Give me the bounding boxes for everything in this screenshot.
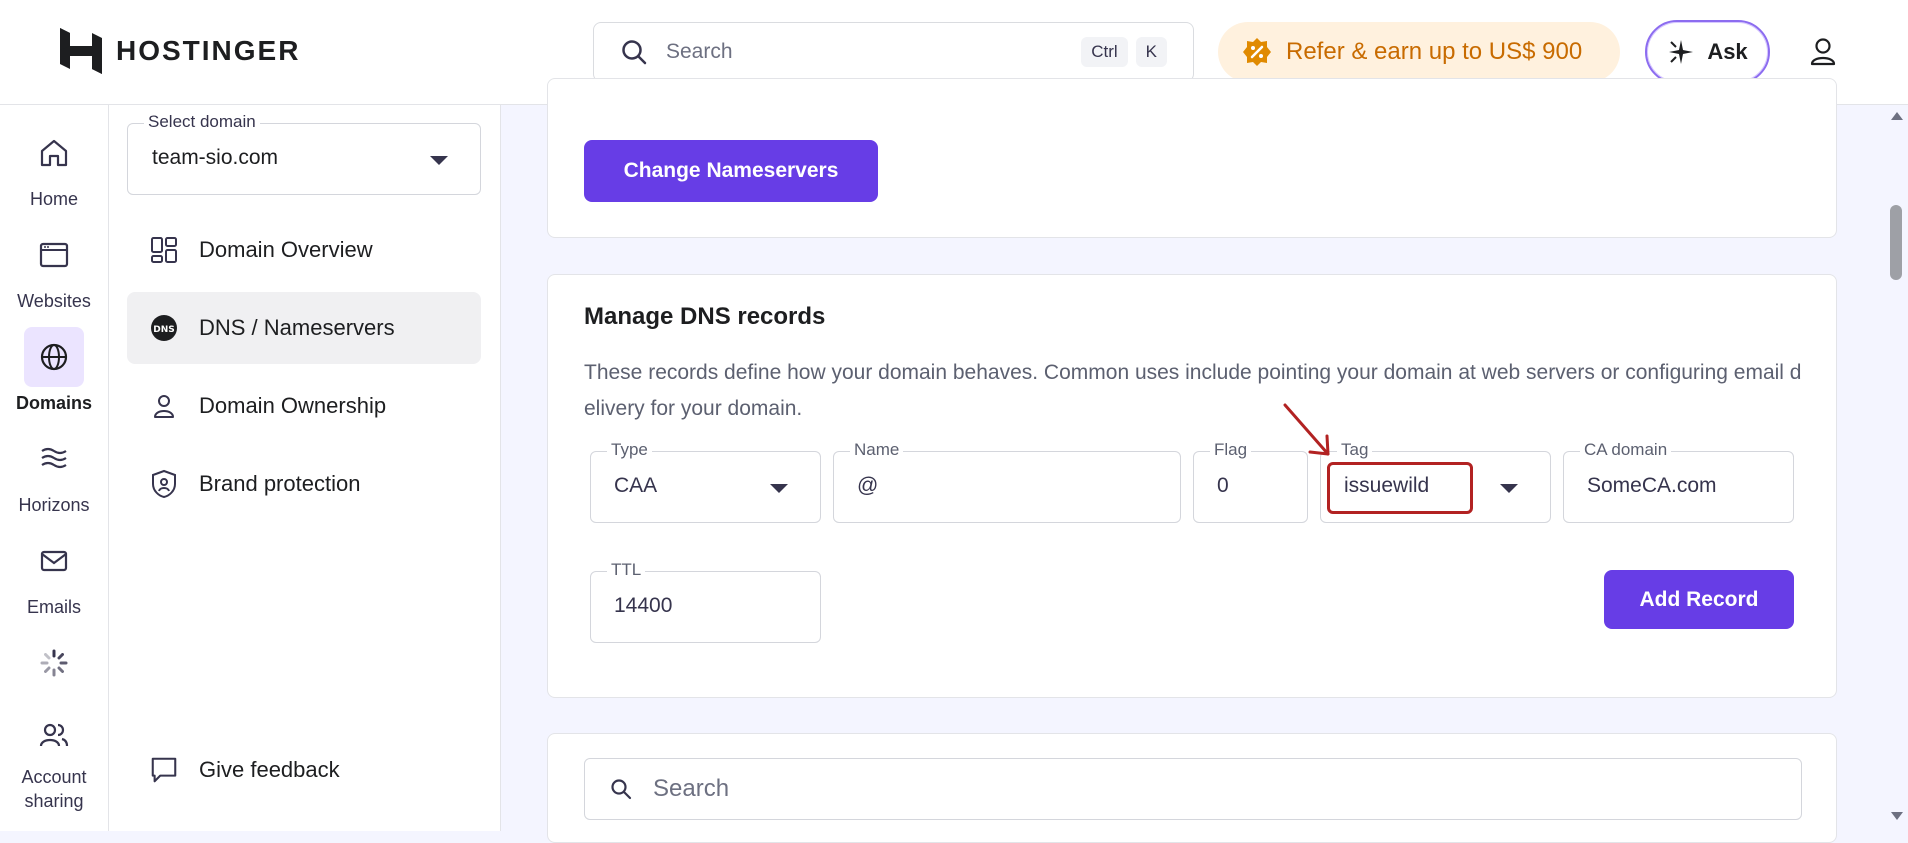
globe-icon bbox=[40, 343, 68, 371]
refer-text: Refer & earn up to US$ 900 bbox=[1286, 38, 1583, 65]
domain-select-label: Select domain bbox=[144, 112, 260, 132]
name-label: Name bbox=[850, 440, 904, 460]
ttl-label: TTL bbox=[607, 560, 646, 580]
ttl-value: 14400 bbox=[614, 594, 673, 617]
chat-bubble-icon bbox=[151, 757, 177, 783]
scrollbar-thumb[interactable] bbox=[1890, 205, 1902, 280]
type-select[interactable]: Type CAA bbox=[590, 440, 821, 523]
ca-domain-input[interactable]: CA domain SomeCA.com bbox=[1563, 440, 1794, 523]
ca-domain-label: CA domain bbox=[1580, 440, 1672, 460]
give-feedback-button[interactable]: Give feedback bbox=[127, 734, 481, 806]
domain-sidebar: Select domain team-sio.com Domain Overvi… bbox=[109, 105, 501, 831]
users-icon bbox=[39, 723, 69, 747]
grid-icon bbox=[151, 237, 177, 263]
flag-label: Flag bbox=[1210, 440, 1252, 460]
rail-label-domains: Domains bbox=[15, 393, 93, 413]
annotation-arrow-icon bbox=[1283, 403, 1330, 456]
search-placeholder: Search bbox=[666, 40, 733, 63]
shortcut-key-k: K bbox=[1135, 37, 1167, 67]
profile-icon[interactable] bbox=[1808, 36, 1838, 68]
rail-label-horizons: Horizons bbox=[18, 495, 90, 515]
rail-item-horizons[interactable]: Horizons bbox=[0, 429, 108, 517]
manage-dns-description: These records define how your domain beh… bbox=[584, 361, 1802, 420]
search-icon bbox=[611, 779, 632, 800]
loading-spinner-icon bbox=[40, 649, 68, 677]
rail-item-home[interactable]: Home bbox=[0, 123, 108, 211]
records-search-placeholder: Search bbox=[653, 775, 730, 802]
type-label: Type bbox=[607, 440, 652, 460]
shield-icon bbox=[152, 469, 176, 499]
annotation-highlight-box bbox=[1327, 462, 1473, 514]
sidebar-item-label: Brand protection bbox=[199, 471, 361, 496]
main-navigation-rail: Home Websites Domains Horizons Emails Ac… bbox=[0, 105, 109, 831]
rail-label-websites: Websites bbox=[17, 291, 91, 311]
rail-item-account-sharing[interactable]: Account sharing bbox=[0, 705, 108, 813]
ca-domain-value: SomeCA.com bbox=[1587, 474, 1717, 497]
rail-label-emails: Emails bbox=[26, 597, 81, 617]
domain-select-value: team-sio.com bbox=[152, 146, 279, 169]
tag-select[interactable]: Tag issuewild bbox=[1320, 440, 1551, 523]
refer-earn-button[interactable]: Refer & earn up to US$ 900 bbox=[1218, 22, 1620, 82]
add-record-button[interactable]: Add Record bbox=[1604, 570, 1794, 629]
sidebar-item-dns-nameservers[interactable]: DNS DNS / Nameservers bbox=[127, 292, 481, 364]
nameservers-card: Change Nameservers bbox=[547, 78, 1837, 238]
scroll-up-arrow-icon[interactable] bbox=[1891, 112, 1903, 120]
ask-ai-button[interactable]: Ask bbox=[1645, 20, 1770, 84]
scroll-down-arrow-icon[interactable] bbox=[1891, 812, 1903, 820]
sidebar-item-brand-protection[interactable]: Brand protection bbox=[127, 448, 481, 520]
rail-label-home: Home bbox=[29, 189, 78, 209]
sidebar-item-domain-overview[interactable]: Domain Overview bbox=[127, 214, 481, 286]
ai-sparkle-icon bbox=[1669, 40, 1694, 64]
browser-window-icon bbox=[39, 242, 69, 268]
ttl-input[interactable]: TTL 14400 bbox=[590, 560, 821, 643]
ask-label: Ask bbox=[1707, 39, 1748, 64]
type-value: CAA bbox=[614, 474, 658, 497]
name-value: @ bbox=[857, 474, 879, 497]
name-input[interactable]: Name @ bbox=[833, 440, 1181, 523]
sidebar-item-label: DNS / Nameservers bbox=[199, 315, 395, 340]
shortcut-key-ctrl: Ctrl bbox=[1081, 37, 1128, 67]
dns-icon: DNS bbox=[151, 315, 177, 341]
chevron-down-icon bbox=[1500, 484, 1518, 493]
person-icon bbox=[154, 395, 174, 418]
rail-item-websites[interactable]: Websites bbox=[0, 225, 108, 313]
brand-name: HOSTINGER bbox=[116, 35, 301, 66]
global-search[interactable]: Search Ctrl K bbox=[593, 22, 1194, 82]
manage-dns-card: Manage DNS records These records define … bbox=[547, 274, 1837, 698]
records-search-input[interactable]: Search bbox=[584, 758, 1802, 820]
home-icon bbox=[40, 139, 68, 167]
domain-select[interactable]: Select domain team-sio.com bbox=[127, 112, 481, 195]
envelope-icon bbox=[40, 550, 68, 572]
rail-item-loading[interactable] bbox=[0, 633, 108, 693]
rail-label-account-sharing: Account sharing bbox=[21, 767, 87, 811]
sidebar-item-domain-ownership[interactable]: Domain Ownership bbox=[127, 370, 481, 442]
flag-value: 0 bbox=[1217, 474, 1229, 497]
svg-text:DNS: DNS bbox=[153, 325, 175, 335]
records-list-card: Search bbox=[547, 733, 1837, 843]
search-icon bbox=[622, 40, 647, 65]
hostinger-logo-icon bbox=[60, 28, 102, 74]
sidebar-item-label: Domain Overview bbox=[199, 237, 373, 262]
give-feedback-label: Give feedback bbox=[199, 757, 340, 782]
rail-item-emails[interactable]: Emails bbox=[0, 531, 108, 619]
sidebar-item-label: Domain Ownership bbox=[199, 393, 387, 418]
hostinger-logo[interactable]: HOSTINGER bbox=[60, 28, 300, 74]
manage-dns-title: Manage DNS records bbox=[584, 303, 826, 330]
change-nameservers-button[interactable]: Change Nameservers bbox=[584, 140, 878, 202]
tag-label: Tag bbox=[1337, 440, 1373, 460]
discount-badge-icon bbox=[1243, 38, 1271, 66]
chevron-down-icon bbox=[770, 484, 788, 493]
rail-item-domains[interactable]: Domains bbox=[0, 327, 108, 415]
chevron-down-icon bbox=[430, 156, 448, 165]
horizons-icon bbox=[41, 447, 67, 469]
